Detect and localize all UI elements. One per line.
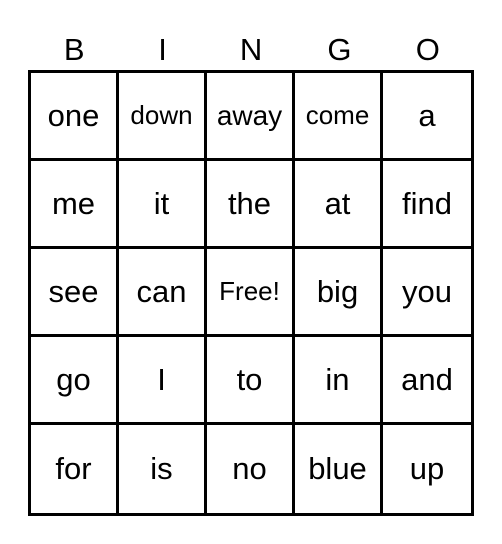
bingo-cell[interactable]: down xyxy=(119,73,207,161)
bingo-header: B I N G O xyxy=(30,30,472,70)
header-letter-g: G xyxy=(327,32,352,67)
bingo-cell[interactable]: find xyxy=(383,161,471,249)
bingo-card-grid: one down away come a me it the at find s… xyxy=(28,70,474,516)
bingo-cell[interactable]: up xyxy=(383,425,471,513)
bingo-cell[interactable]: one xyxy=(31,73,119,161)
bingo-cell[interactable]: see xyxy=(31,249,119,337)
bingo-cell[interactable]: the xyxy=(207,161,295,249)
bingo-cell[interactable]: and xyxy=(383,337,471,425)
bingo-cell[interactable]: a xyxy=(383,73,471,161)
bingo-cell[interactable]: blue xyxy=(295,425,383,513)
bingo-cell[interactable]: at xyxy=(295,161,383,249)
bingo-cell[interactable]: go xyxy=(31,337,119,425)
bingo-cell[interactable]: in xyxy=(295,337,383,425)
free-space-cell[interactable]: Free! xyxy=(207,249,295,337)
bingo-cell[interactable]: me xyxy=(31,161,119,249)
bingo-cell[interactable]: big xyxy=(295,249,383,337)
bingo-cell[interactable]: is xyxy=(119,425,207,513)
header-letter-i: I xyxy=(158,32,167,67)
header-letter-o: O xyxy=(415,32,440,67)
bingo-cell[interactable]: I xyxy=(119,337,207,425)
bingo-cell[interactable]: to xyxy=(207,337,295,425)
bingo-cell[interactable]: can xyxy=(119,249,207,337)
header-letter-b: B xyxy=(63,32,85,67)
header-letter-n: N xyxy=(239,32,263,67)
bingo-cell[interactable]: away xyxy=(207,73,295,161)
bingo-cell[interactable]: you xyxy=(383,249,471,337)
bingo-cell[interactable]: it xyxy=(119,161,207,249)
bingo-cell[interactable]: come xyxy=(295,73,383,161)
bingo-cell[interactable]: for xyxy=(31,425,119,513)
bingo-cell[interactable]: no xyxy=(207,425,295,513)
